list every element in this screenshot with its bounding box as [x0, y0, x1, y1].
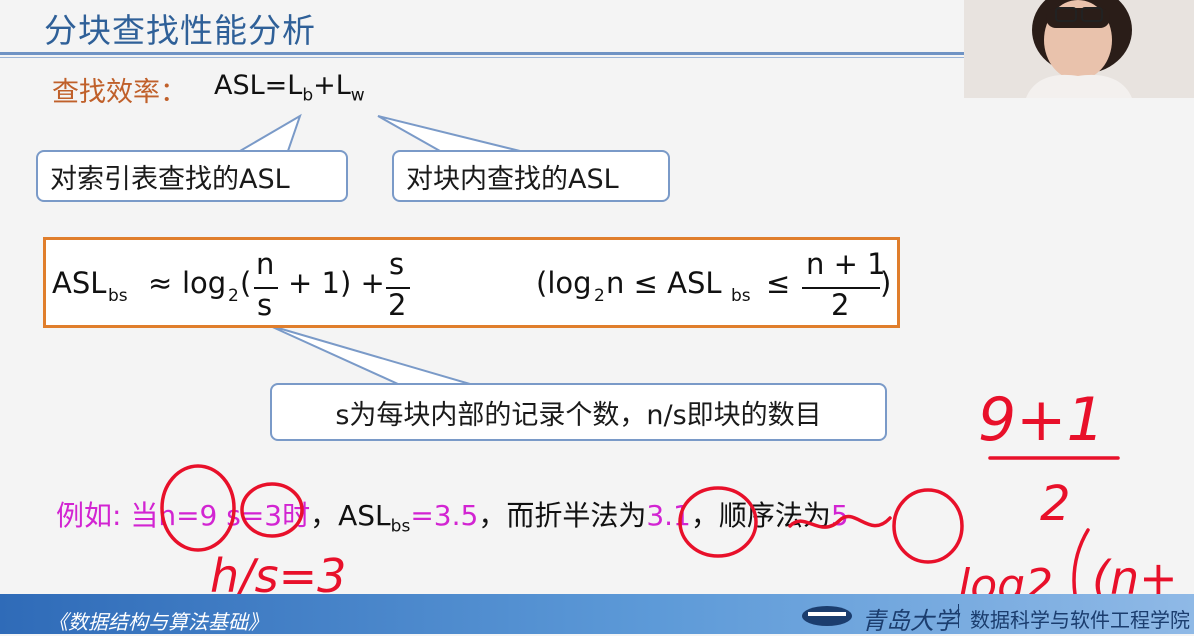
- formula-range-log-sub: 2: [594, 286, 605, 306]
- efficiency-sub-w: w: [350, 85, 365, 106]
- formula-range-n-le: n ≤ ASL: [606, 266, 722, 300]
- title-divider: [0, 52, 964, 55]
- formula-frac1-den: s: [257, 288, 273, 322]
- example-prefix: 例如: 当n=9 s=3时: [56, 499, 311, 532]
- example-asl-value: =3.5: [410, 499, 479, 532]
- example-sequential-label: ，顺序法为: [690, 499, 831, 532]
- formula-frac2-num: s: [389, 247, 405, 281]
- university-logo-icon: [802, 606, 852, 626]
- efficiency-plus: +L: [313, 70, 351, 101]
- example-asl-sub: bs: [390, 516, 411, 537]
- callout-tail-index: [236, 113, 302, 152]
- example-binary-label: ，而折半法为: [478, 499, 647, 532]
- footer-school: 数据科学与软件工程学院: [970, 608, 1190, 632]
- formula-frac3-den: 2: [831, 288, 850, 322]
- formula-approx: ≈: [148, 266, 173, 300]
- formula-range-asl-sub: bs: [731, 286, 751, 306]
- efficiency-formula: ASL=Lb+Lw: [214, 70, 365, 105]
- footer-separator: [958, 604, 959, 628]
- formula-log-sub: 2: [228, 286, 239, 306]
- formula-log: log: [182, 266, 227, 300]
- formula-asl: ASL: [52, 266, 107, 300]
- example-binary-value: 3.1: [646, 499, 691, 532]
- hand-fraction-top: 9+1: [978, 385, 1105, 455]
- footer-course: 《数据结构与算法基础》: [48, 610, 268, 634]
- hand-fraction-bottom: 2: [1040, 476, 1071, 532]
- presenter-video: [964, 0, 1194, 98]
- page-title: 分块查找性能分析: [44, 11, 316, 50]
- example-sequential-value: 5: [830, 499, 849, 532]
- formula-open-paren: (: [240, 266, 252, 300]
- title-divider-thin: [0, 57, 964, 58]
- callout-explanation: s为每块内部的记录个数，n/s即块的数目: [270, 383, 887, 441]
- webcam-overlay: [964, 0, 1194, 98]
- callout-tail-block: [377, 115, 521, 152]
- efficiency-label: 查找效率：: [52, 77, 187, 108]
- footer-university: 青岛大学: [862, 607, 958, 635]
- callout-tail-explanation: [267, 324, 471, 385]
- slide: 分块查找性能分析 查找效率： ASL=Lb+Lw 对索引表查找的ASL 对块内查…: [0, 0, 1194, 635]
- callout-in-block: 对块内查找的ASL: [392, 150, 670, 202]
- formula-frac3-num: n + 1: [806, 247, 886, 281]
- formula-range-open: (log: [536, 266, 592, 300]
- example-asl: ，ASL: [310, 499, 391, 532]
- formula-frac2-den: 2: [388, 288, 407, 322]
- formula-plus-one: + 1) +: [288, 266, 385, 300]
- circle-5: [892, 488, 964, 564]
- callout-index-table: 对索引表查找的ASL: [36, 150, 348, 202]
- example-line: 例如: 当n=9 s=3时，ASLbs=3.5，而折半法为3.1，顺序法为5: [56, 494, 849, 537]
- formula-frac1-num: n: [256, 247, 275, 281]
- formula-range-close: ): [880, 266, 892, 300]
- formula-range-le: ≤: [766, 266, 791, 300]
- formula-asl-sub: bs: [108, 286, 128, 306]
- efficiency-sub-b: b: [302, 85, 314, 106]
- efficiency-lhs: ASL=L: [214, 70, 303, 101]
